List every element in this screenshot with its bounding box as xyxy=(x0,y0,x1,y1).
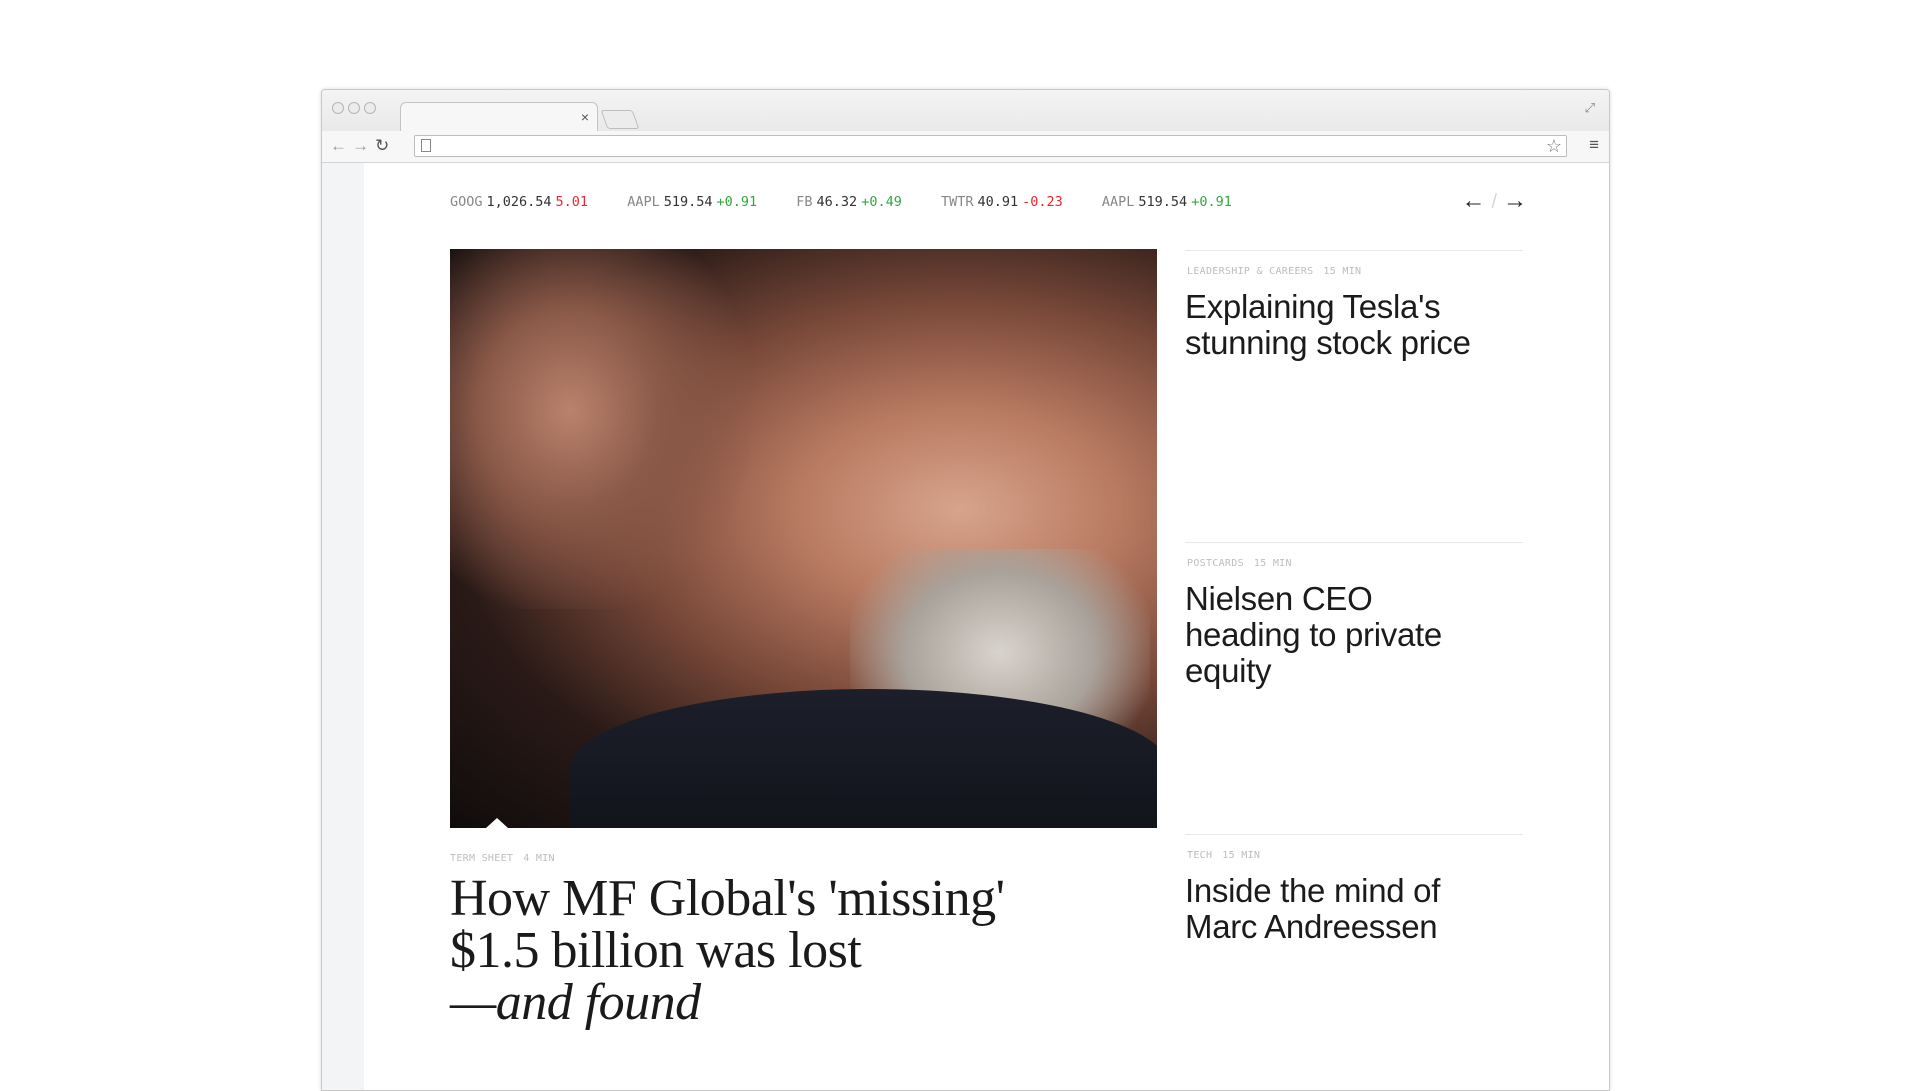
page-icon xyxy=(421,139,431,152)
ticker-change: +0.91 xyxy=(716,194,758,210)
zoom-window-button[interactable] xyxy=(364,102,376,114)
lead-headline-line3: —and found xyxy=(450,974,701,1031)
forward-icon[interactable]: → xyxy=(352,136,369,156)
lead-story-image[interactable] xyxy=(450,249,1157,828)
story-section[interactable]: POSTCARDS xyxy=(1187,558,1244,569)
stock-ticker: GOOG 1,026.54 5.01 AAPL 519.54 +0.91 FB 46.32… xyxy=(450,194,1263,214)
left-rail xyxy=(322,163,364,1090)
ticker-price: 1,026.54 xyxy=(486,194,552,210)
lead-headline-line2: $1.5 billion was lost xyxy=(450,922,862,979)
ticker-item[interactable]: AAPL 519.54 +0.91 xyxy=(627,194,757,210)
lead-read-time: 4 MIN xyxy=(523,853,555,864)
ticker-price: 40.91 xyxy=(977,194,1019,210)
story-read-time: 15 MIN xyxy=(1222,850,1261,861)
page-viewport: GOOG 1,026.54 5.01 AAPL 519.54 +0.91 FB 46.32… xyxy=(322,163,1609,1090)
browser-tab[interactable]: × xyxy=(400,102,598,133)
lead-headline[interactable]: How MF Global's 'missing' $1.5 billion wa… xyxy=(450,873,1090,1029)
reload-icon[interactable]: ↻ xyxy=(375,136,389,156)
ticker-price: 519.54 xyxy=(1138,194,1188,210)
minimize-window-button[interactable] xyxy=(348,102,360,114)
lead-kicker: TERM SHEET 4 MIN xyxy=(450,853,555,864)
browser-toolbar: ← → ↻ ☆ ≡ xyxy=(322,131,1609,163)
ticker-price: 46.32 xyxy=(816,194,858,210)
lead-headline-line1: How MF Global's 'missing' xyxy=(450,870,1005,927)
story-section[interactable]: LEADERSHIP & CAREERS xyxy=(1187,266,1313,277)
fullscreen-icon[interactable]: ⤢ xyxy=(1585,100,1595,116)
tab-strip: × ⤢ xyxy=(322,90,1609,133)
address-bar[interactable]: ☆ xyxy=(414,135,1567,157)
hero-image-suit xyxy=(570,689,1157,828)
arrow-right-icon[interactable]: → xyxy=(1503,187,1527,215)
carousel-nav: ← / → xyxy=(1461,187,1527,215)
story-kicker: POSTCARDS 15 MIN xyxy=(1187,558,1292,569)
arrow-left-icon[interactable]: ← xyxy=(1461,187,1485,215)
new-tab-button[interactable] xyxy=(600,110,640,129)
story-headline[interactable]: Nielsen CEO heading to private equity xyxy=(1185,581,1485,689)
story-kicker: TECH 15 MIN xyxy=(1187,850,1260,861)
back-icon[interactable]: ← xyxy=(330,136,347,156)
ticker-symbol: AAPL xyxy=(1101,194,1135,210)
story-read-time: 15 MIN xyxy=(1323,266,1362,277)
ticker-change: -0.23 xyxy=(1022,194,1063,210)
close-window-button[interactable] xyxy=(332,102,344,114)
nav-divider: / xyxy=(1491,191,1497,213)
ticker-item[interactable]: FB 46.32 +0.49 xyxy=(796,194,902,210)
menu-icon[interactable]: ≡ xyxy=(1589,135,1599,155)
image-caret xyxy=(486,818,508,828)
story-kicker: LEADERSHIP & CAREERS 15 MIN xyxy=(1187,266,1361,277)
ticker-item[interactable]: GOOG 1,026.54 5.01 xyxy=(450,194,588,210)
side-story-card[interactable]: LEADERSHIP & CAREERS 15 MIN Explaining Te… xyxy=(1185,250,1523,485)
story-headline[interactable]: Explaining Tesla's stunning stock price xyxy=(1185,289,1485,361)
ticker-symbol: TWTR xyxy=(940,194,974,210)
story-headline[interactable]: Inside the mind of Marc Andreessen xyxy=(1185,873,1485,945)
ticker-item[interactable]: TWTR 40.91 -0.23 xyxy=(941,194,1063,210)
lead-section[interactable]: TERM SHEET xyxy=(450,853,513,864)
address-input[interactable] xyxy=(437,137,1531,157)
story-section[interactable]: TECH xyxy=(1187,850,1212,861)
browser-window: × ⤢ ← → ↻ ☆ ≡ GOOG 1,026.54 5.01 AAPL 519.5… xyxy=(321,89,1610,1091)
ticker-change: +0.91 xyxy=(1191,194,1232,210)
ticker-symbol: FB xyxy=(796,194,813,210)
story-read-time: 15 MIN xyxy=(1253,558,1292,569)
side-story-card[interactable]: TECH 15 MIN Inside the mind of Marc Andre… xyxy=(1185,834,1523,1035)
ticker-item[interactable]: AAPL 519.54 +0.91 xyxy=(1102,194,1232,210)
side-story-card[interactable]: POSTCARDS 15 MIN Nielsen CEO heading to p… xyxy=(1185,542,1523,777)
ticker-symbol: AAPL xyxy=(627,194,660,210)
tab-close-icon[interactable]: × xyxy=(581,109,589,125)
bookmark-star-icon[interactable]: ☆ xyxy=(1546,136,1562,156)
ticker-price: 519.54 xyxy=(663,194,713,210)
ticker-change: +0.49 xyxy=(861,194,902,210)
ticker-change: 5.01 xyxy=(555,194,589,210)
hero-image-hand xyxy=(450,249,750,609)
ticker-symbol: GOOG xyxy=(450,194,483,210)
